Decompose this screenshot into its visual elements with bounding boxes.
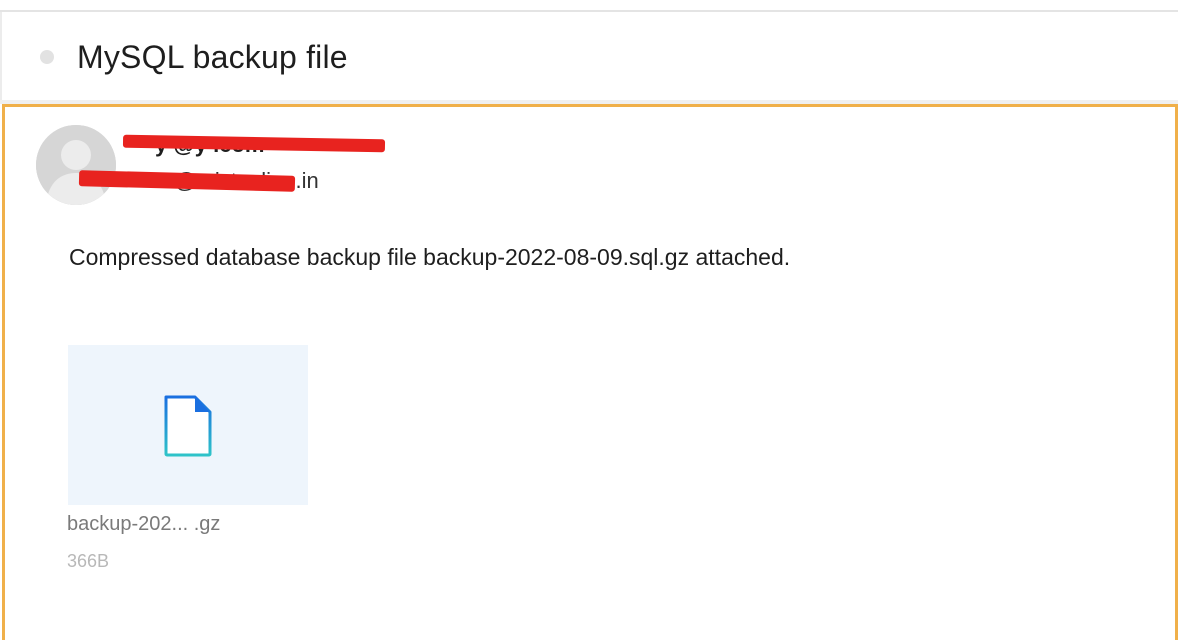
email-view: MySQL backup file y @y .com T @mistonlin…: [0, 0, 1178, 640]
attachment-tile[interactable]: [68, 345, 308, 505]
unread-dot-icon: [40, 50, 54, 64]
message-card: y @y .com T @mistonline.in Compressed da…: [2, 104, 1178, 640]
file-icon: [164, 395, 212, 457]
top-divider: [0, 0, 1178, 12]
attachment-filename[interactable]: backup-202... .gz: [67, 513, 220, 536]
email-subject: MySQL backup file: [77, 39, 348, 75]
user-silhouette-icon: [36, 125, 116, 205]
attachment-size: 366B: [67, 551, 110, 571]
message-body: Compressed database backup file backup-2…: [69, 244, 791, 270]
avatar[interactable]: [36, 125, 116, 205]
subject-bar: MySQL backup file: [0, 12, 1178, 100]
